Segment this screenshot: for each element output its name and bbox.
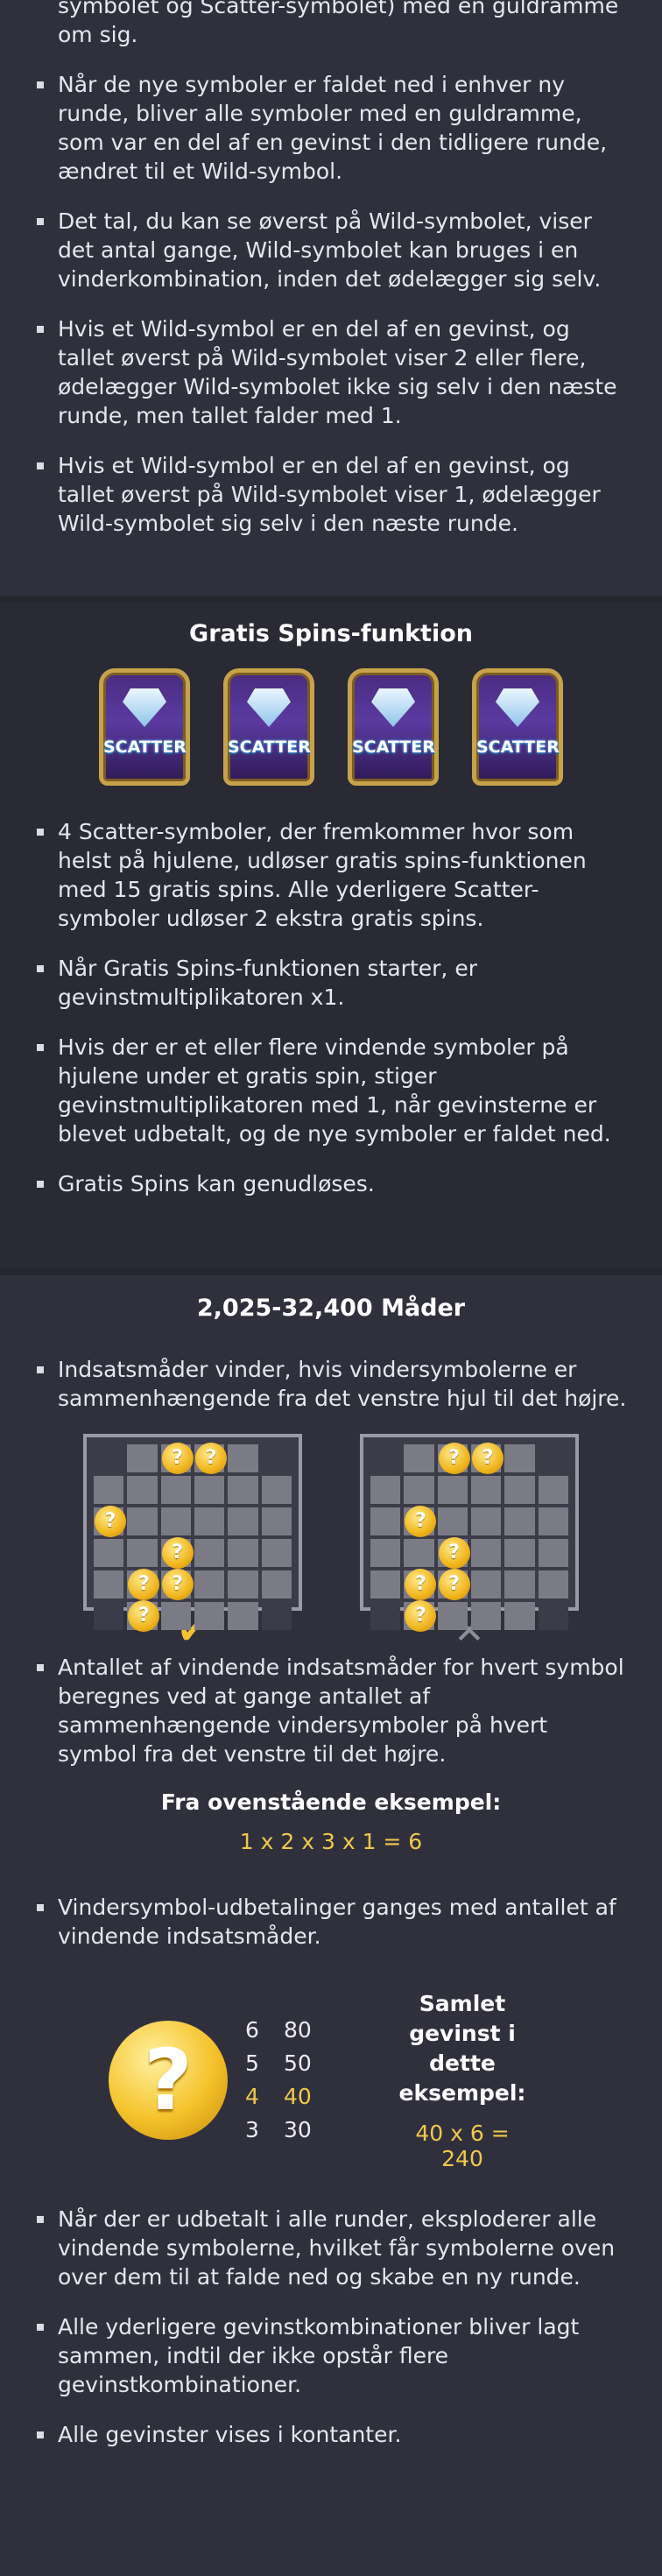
scatter-symbols: SCATTER SCATTER SCATTER SCATTER bbox=[0, 668, 662, 786]
invalid-example: ?? ? ? ?? ? ✕ bbox=[360, 1434, 579, 1649]
paytable-row: 3 30 bbox=[245, 2117, 312, 2142]
list-item: Indsatsmåder vinder, hvis vindersymboler… bbox=[37, 1355, 632, 1413]
diamond-icon bbox=[123, 688, 166, 727]
total-formula: 40 x 6 = 240 bbox=[415, 2121, 510, 2171]
list-item: Hvis der er et eller flere vindende symb… bbox=[37, 1033, 632, 1148]
scatter-symbol-icon: SCATTER bbox=[348, 668, 439, 786]
list-item: Hvis et Wild-symbol er en del af en gevi… bbox=[37, 451, 632, 538]
paytable-example: ? 6 80 5 50 4 40 3 30 Samlet gevinst i dette… bbox=[0, 1989, 662, 2171]
ways-section: 2,025-32,400 Måder Indsatsmåder vinder, … bbox=[0, 1275, 662, 2576]
free-spins-section: Gratis Spins-funktion SCATTER SCATTER SC… bbox=[0, 603, 662, 1268]
scatter-symbol-icon: SCATTER bbox=[99, 668, 190, 786]
coin-symbol: ? bbox=[161, 1443, 194, 1474]
intro-continuation: symbolet og Scatter-symbolet) med en gul… bbox=[58, 0, 619, 47]
list-item: Når de nye symboler er faldet ned i enhv… bbox=[37, 70, 632, 186]
ways-example-grids: ?? ? ? ?? ? ✔ ?? ? ? ?? ? ✕ bbox=[0, 1434, 662, 1649]
total-title: Samlet gevinst i dette eksempel: bbox=[398, 1991, 526, 2106]
wild-section: symbolet og Scatter-symbolet) med en gul… bbox=[0, 0, 662, 596]
section-divider bbox=[0, 596, 662, 603]
scatter-symbol-icon: SCATTER bbox=[472, 668, 563, 786]
section-title: 2,025-32,400 Måder bbox=[196, 1295, 466, 1322]
list-item: 4 Scatter-symboler, der fremkommer hvor … bbox=[37, 817, 632, 933]
reel-grid: ?? ? ? ?? ? bbox=[360, 1434, 579, 1632]
total-win-example: Samlet gevinst i dette eksempel: 40 x 6 … bbox=[392, 1989, 532, 2171]
reel-grid: ?? ? ? ?? ? bbox=[83, 1434, 302, 1632]
section-title: Gratis Spins-funktion bbox=[189, 620, 473, 647]
scatter-label: SCATTER bbox=[476, 738, 560, 757]
coin-symbol: ? bbox=[405, 1506, 437, 1537]
list-item: Gratis Spins kan genudløses. bbox=[37, 1169, 632, 1198]
scatter-label: SCATTER bbox=[103, 738, 187, 757]
coin-symbol: ? bbox=[161, 1537, 194, 1569]
wild-rules-list: Når de nye symboler er faldet ned i enhv… bbox=[0, 70, 662, 538]
coin-symbol: ? bbox=[128, 1569, 160, 1600]
coin-symbol: ? bbox=[194, 1443, 227, 1474]
list-item: Vindersymbol-udbetalinger ganges med ant… bbox=[37, 1893, 632, 1951]
coin-symbol: ? bbox=[128, 1600, 160, 1632]
coin-symbol: ? bbox=[405, 1600, 437, 1632]
diamond-icon bbox=[496, 688, 539, 727]
scatter-symbol-icon: SCATTER bbox=[223, 668, 314, 786]
list-item: Hvis et Wild-symbol er en del af en gevi… bbox=[37, 314, 632, 430]
scatter-label: SCATTER bbox=[228, 738, 311, 757]
scatter-label: SCATTER bbox=[352, 738, 435, 757]
ways-list: Indsatsmåder vinder, hvis vindersymboler… bbox=[0, 1355, 662, 1413]
paytable: 6 80 5 50 4 40 3 30 bbox=[245, 2014, 345, 2147]
example-title: Fra ovenstående eksempel: bbox=[160, 1789, 502, 1815]
example-formula: 1 x 2 x 3 x 1 = 6 bbox=[239, 1829, 423, 1854]
coin-symbol: ? bbox=[471, 1443, 504, 1474]
coin-symbol: ? bbox=[95, 1506, 126, 1537]
ways-list-3: Vindersymbol-udbetalinger ganges med ant… bbox=[0, 1893, 662, 1951]
paytable-row: 5 50 bbox=[245, 2050, 312, 2076]
coin-symbol: ? bbox=[438, 1443, 470, 1474]
coin-symbol: ? bbox=[161, 1569, 194, 1600]
free-spins-list: 4 Scatter-symboler, der fremkommer hvor … bbox=[0, 817, 662, 1198]
list-item: Antallet af vindende indsatsmåder for hv… bbox=[37, 1653, 632, 1768]
paytable-row: 6 80 bbox=[245, 2017, 312, 2043]
coin-symbol: ? bbox=[405, 1569, 437, 1600]
paytable-row-highlighted: 4 40 bbox=[245, 2084, 312, 2109]
diamond-icon bbox=[371, 688, 415, 727]
coin-symbol: ? bbox=[438, 1569, 470, 1600]
ways-list-end: Når der er udbetalt i alle runder, ekspl… bbox=[0, 2205, 662, 2449]
valid-example: ?? ? ? ?? ? ✔ bbox=[83, 1434, 302, 1649]
coin-symbol: ? bbox=[438, 1537, 470, 1569]
list-item: Alle gevinster vises i kontanter. bbox=[37, 2420, 632, 2449]
coin-symbol-icon: ? bbox=[109, 2021, 228, 2140]
list-item: Det tal, du kan se øverst på Wild-symbol… bbox=[37, 207, 632, 293]
list-item: Alle yderligere gevinstkombinationer bli… bbox=[37, 2312, 632, 2399]
list-item: Når Gratis Spins-funktionen starter, er … bbox=[37, 954, 632, 1012]
ways-list-2: Antallet af vindende indsatsmåder for hv… bbox=[0, 1653, 662, 1768]
list-item: Når der er udbetalt i alle runder, ekspl… bbox=[37, 2205, 632, 2291]
section-divider bbox=[0, 1268, 662, 1275]
diamond-icon bbox=[247, 688, 291, 727]
